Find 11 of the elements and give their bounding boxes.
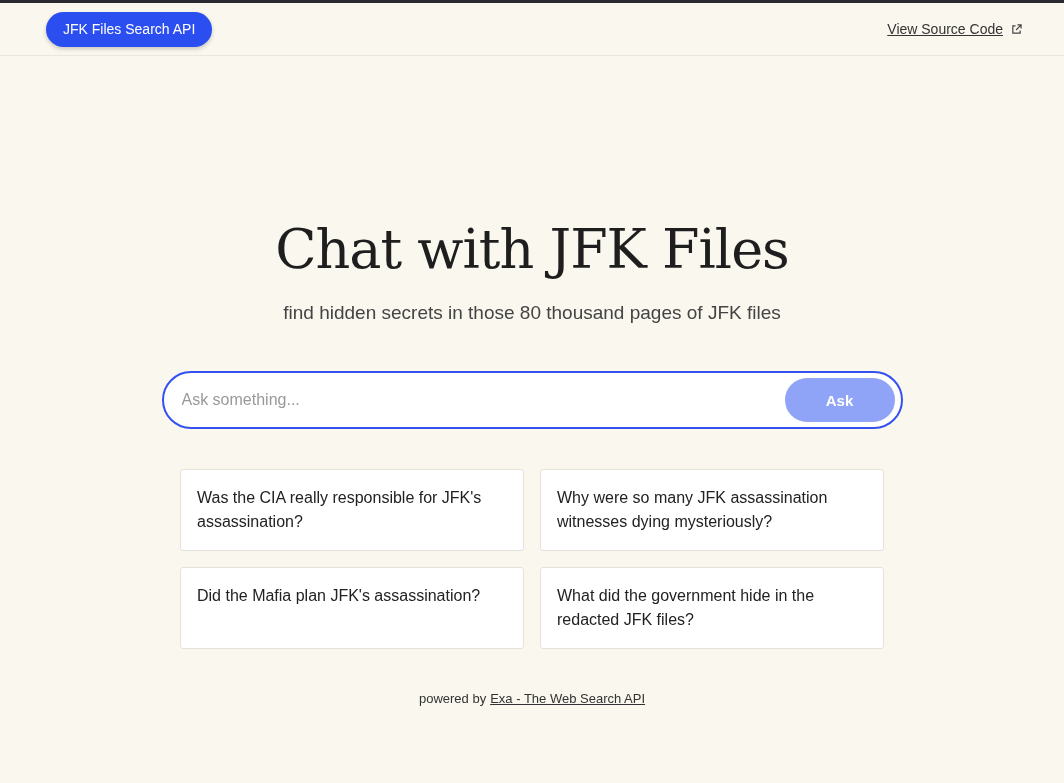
suggestion-card[interactable]: What did the government hide in the redacted JFK files? <box>540 567 884 649</box>
powered-by-text: powered by <box>418 691 487 706</box>
suggestion-card[interactable]: Was the CIA really responsible for JFK's assassination? <box>180 469 524 551</box>
page-title: Chat with JFK Files <box>275 218 789 282</box>
view-source-link[interactable]: View Source Code <box>887 21 1003 37</box>
external-link-icon <box>1011 23 1022 35</box>
brand-button[interactable]: JFK Files Search API <box>46 11 213 47</box>
exa-link[interactable]: Exa - The Web Search API <box>490 691 646 706</box>
subtitle: find hidden secrets in those 80 thousand pages of JFK files <box>283 302 781 324</box>
suggestion-card[interactable]: Why were so many JFK assassination witnesses dying mysteriously? <box>540 469 884 551</box>
suggestion-card[interactable]: Did the Mafia plan JFK's assassination? <box>180 567 524 649</box>
